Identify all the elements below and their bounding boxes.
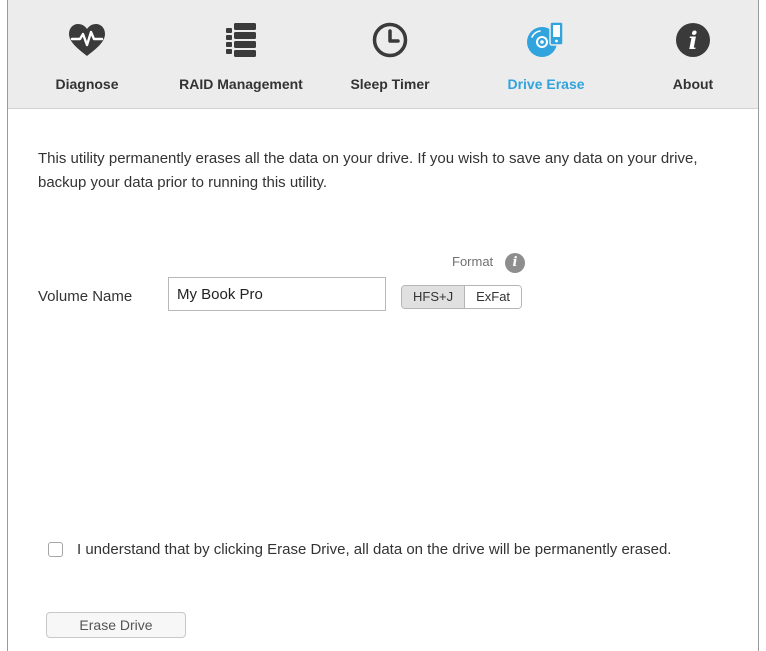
tab-label: RAID Management [179, 76, 303, 92]
tab-raid-management[interactable]: RAID Management [166, 0, 316, 108]
format-label: Format [452, 254, 494, 269]
tab-label: Sleep Timer [350, 76, 430, 92]
tab-about[interactable]: i About [628, 0, 758, 108]
tab-drive-erase[interactable]: Drive Erase [464, 0, 628, 108]
confirm-checkbox[interactable] [48, 542, 63, 557]
tab-label: Drive Erase [507, 76, 585, 92]
clock-icon [316, 20, 464, 60]
volume-name-input[interactable] [168, 277, 386, 311]
erase-drive-button[interactable]: Erase Drive [46, 612, 186, 638]
tab-label: Diagnose [55, 76, 119, 92]
raid-stack-icon [166, 20, 316, 60]
info-icon: i [628, 20, 758, 60]
drive-erase-icon [464, 20, 628, 60]
svg-text:i: i [688, 26, 697, 55]
app-window: Diagnose RAID Management Sleep Timer Dri… [0, 0, 766, 651]
format-option-exfat[interactable]: ExFat [465, 286, 522, 308]
drive-erase-panel: This utility permanently erases all the … [8, 109, 758, 651]
format-info-icon[interactable]: i [505, 253, 525, 273]
confirm-label[interactable]: I understand that by clicking Erase Driv… [77, 538, 737, 562]
format-segmented-control: HFS+J ExFat [401, 285, 523, 309]
tab-sleep-timer[interactable]: Sleep Timer [316, 0, 464, 108]
tab-label: About [672, 76, 714, 92]
toolbar: Diagnose RAID Management Sleep Timer Dri… [8, 0, 758, 109]
volume-name-label: Volume Name [38, 288, 133, 305]
format-option-hfs[interactable]: HFS+J [402, 286, 466, 308]
heart-pulse-icon [8, 20, 166, 60]
intro-text: This utility permanently erases all the … [38, 150, 698, 191]
window-right-edge [758, 0, 759, 651]
tab-diagnose[interactable]: Diagnose [8, 0, 166, 108]
